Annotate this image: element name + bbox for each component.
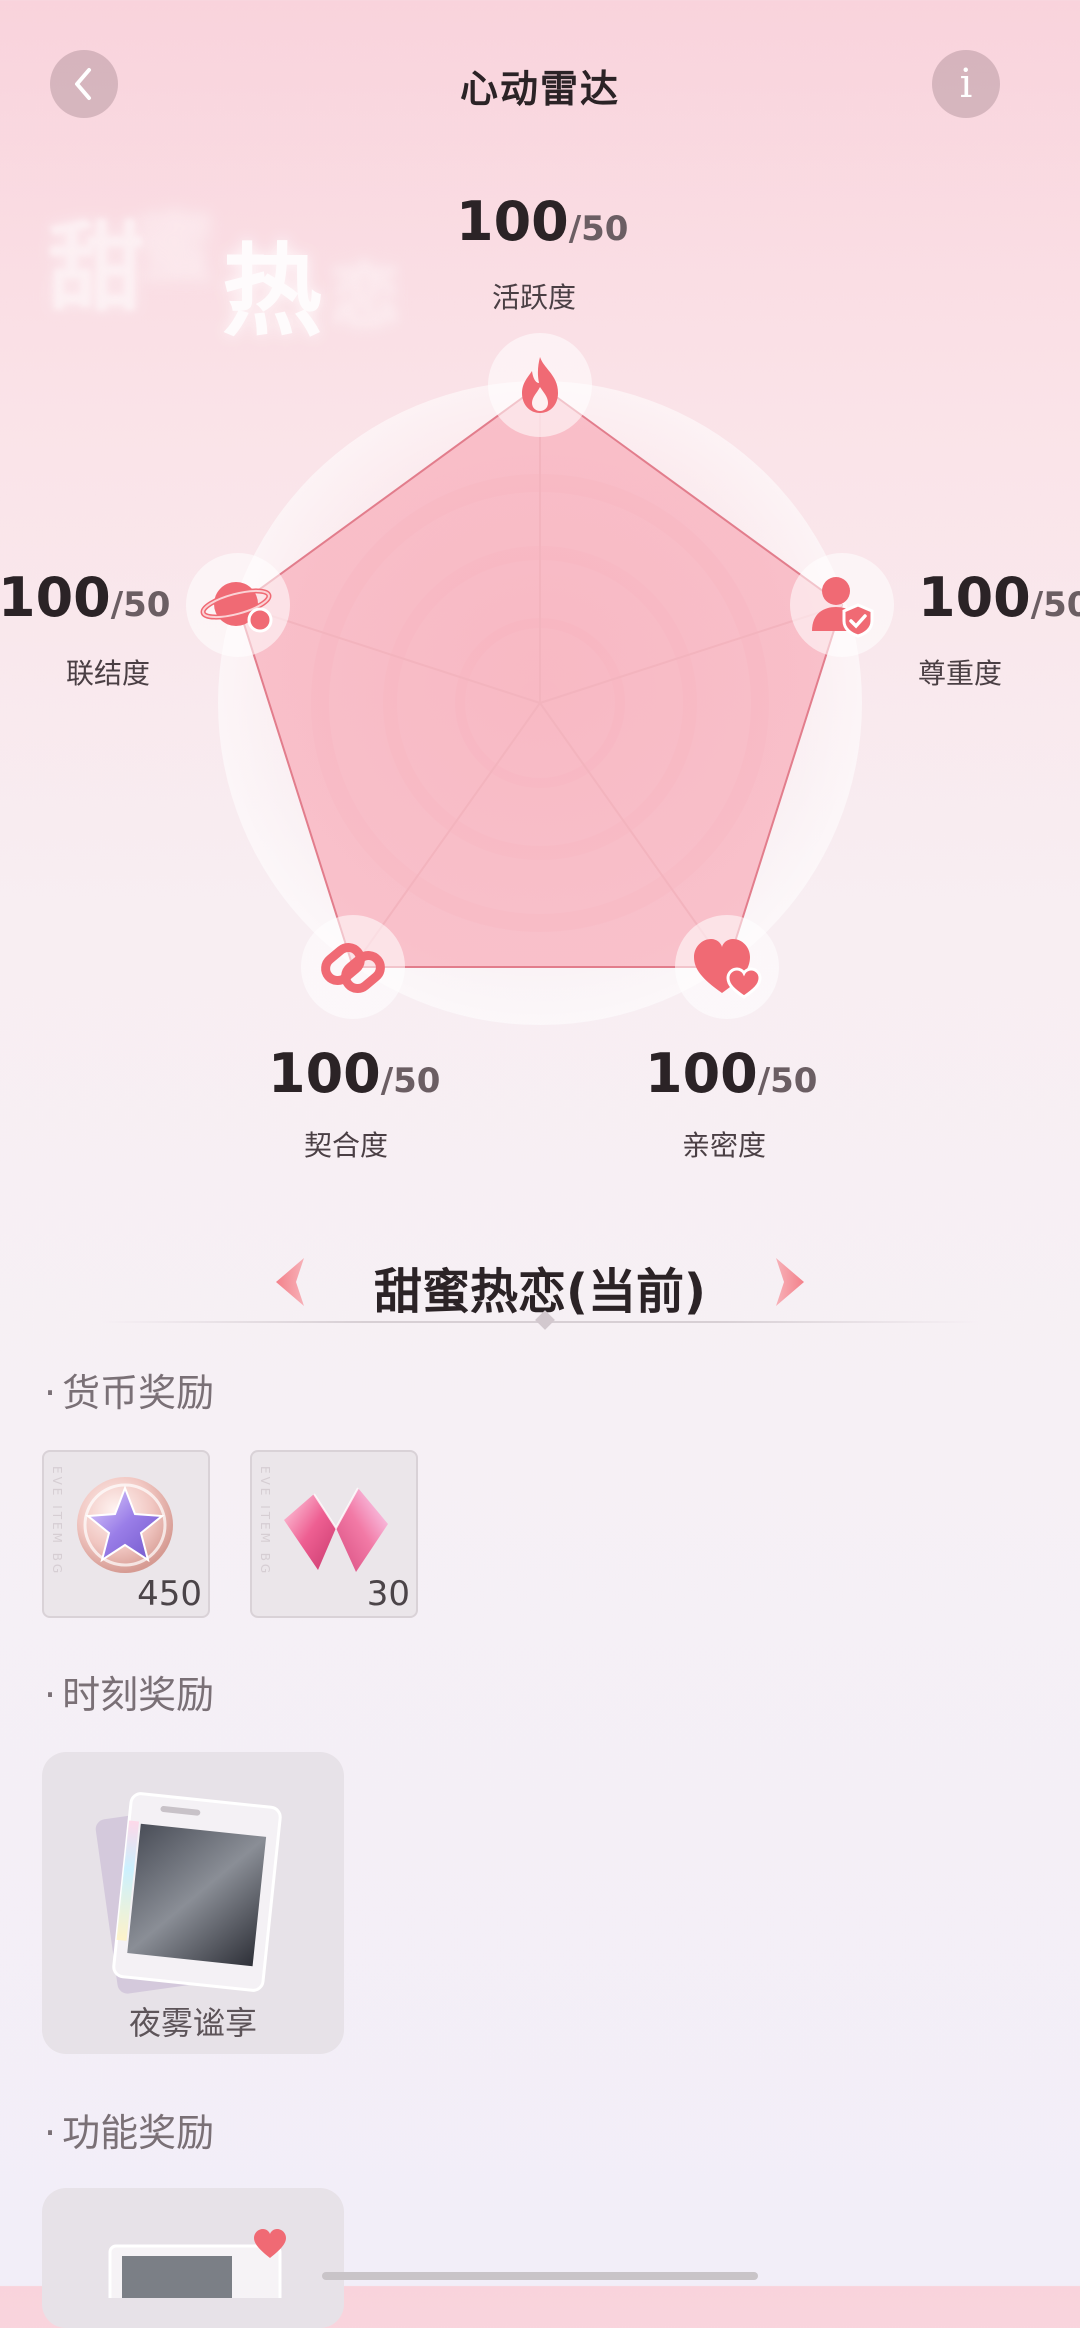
respect-value: 100/50 xyxy=(918,566,1080,629)
crystal-icon xyxy=(284,1487,388,1572)
arrow-right-icon xyxy=(776,1258,804,1306)
intimacy-value: 100/50 xyxy=(645,1042,818,1105)
photo-card-icon xyxy=(95,1792,282,1994)
feature-photo-icon xyxy=(108,2229,286,2298)
moment-reward-card[interactable]: 夜雾谧享 xyxy=(42,1752,344,2054)
radar-chart xyxy=(218,381,862,1025)
level-title: 甜蜜热恋(当前) xyxy=(374,1264,706,1320)
user-shield-icon xyxy=(812,577,874,638)
flame-icon xyxy=(522,357,558,413)
section-moment: · 时刻奖励 xyxy=(44,1673,215,1717)
reward-item[interactable]: EVE ITEM BG 30 xyxy=(250,1450,418,1618)
section-feature: · 功能奖励 xyxy=(44,2111,215,2155)
activity-value: 100/50 xyxy=(456,190,629,253)
activity-node[interactable] xyxy=(488,333,592,437)
link-icon xyxy=(321,943,385,993)
intimacy-node[interactable] xyxy=(675,915,779,1019)
reward-count: 30 xyxy=(366,1574,410,1614)
compatibility-node[interactable] xyxy=(301,915,405,1019)
intimacy-label: 亲密度 xyxy=(682,1129,767,1162)
home-indicator[interactable] xyxy=(322,2272,758,2280)
planet-icon xyxy=(200,582,273,633)
next-level-button[interactable] xyxy=(774,1256,808,1308)
reward-item[interactable]: EVE ITEM BG 450 xyxy=(42,1450,210,1618)
respect-node[interactable] xyxy=(790,553,894,657)
connection-value: 100/50 xyxy=(0,566,171,629)
moment-reward-label: 夜雾谧享 xyxy=(128,2004,257,2042)
compatibility-label: 契合度 xyxy=(304,1129,389,1162)
connection-node[interactable] xyxy=(186,553,290,657)
compatibility-value: 100/50 xyxy=(268,1042,441,1105)
section-currency: · 货币奖励 xyxy=(44,1371,215,1415)
star-coin-icon xyxy=(77,1477,173,1573)
feature-reward-card[interactable] xyxy=(42,2188,344,2328)
connection-label: 联结度 xyxy=(66,657,151,690)
activity-label: 活跃度 xyxy=(492,281,577,314)
respect-label: 尊重度 xyxy=(918,657,1003,690)
reward-count: 450 xyxy=(137,1574,202,1614)
hearts-icon xyxy=(694,939,762,999)
